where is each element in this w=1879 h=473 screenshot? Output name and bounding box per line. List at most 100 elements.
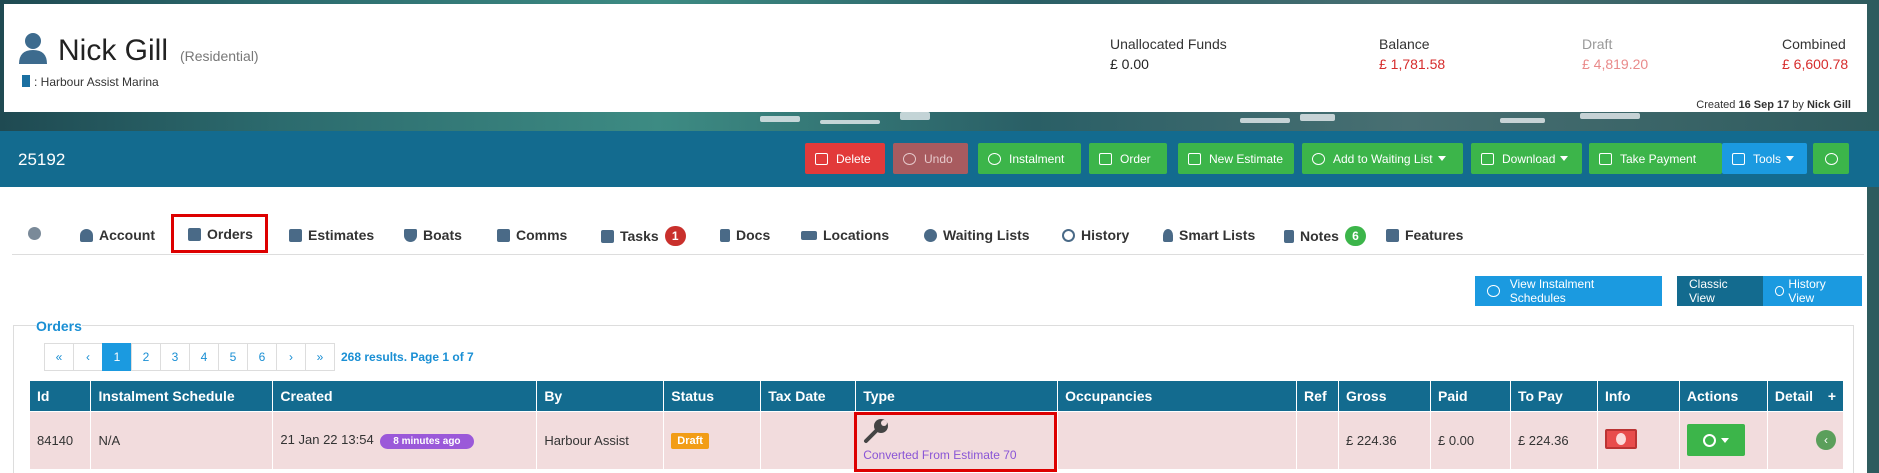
bed-icon [801, 230, 817, 240]
dashboard-icon [28, 227, 41, 240]
created-by: Nick Gill [1806, 99, 1851, 111]
magic-wand-icon [1732, 152, 1745, 165]
tab-smart-lists-label: Smart Lists [1179, 227, 1256, 243]
col-tax-date[interactable]: Tax Date [760, 381, 857, 411]
ship-icon [404, 228, 417, 242]
tab-account-label: Account [99, 227, 155, 243]
tab-notes-label: Notes [1300, 228, 1339, 244]
tab-docs-label: Docs [736, 227, 771, 243]
undo-button[interactable]: Undo [893, 143, 968, 174]
customer-name: Nick Gill [58, 34, 168, 67]
tab-locations[interactable]: Locations [801, 227, 889, 243]
page-5[interactable]: 5 [218, 343, 248, 371]
classic-view-label: Classic View [1689, 277, 1728, 305]
download-button[interactable]: Download [1471, 143, 1582, 174]
pagination: « ‹ 1 2 3 4 5 6 › » [44, 343, 335, 371]
cell-by: Harbour Assist [536, 410, 665, 469]
col-info[interactable]: Info [1597, 381, 1680, 411]
page-prev[interactable]: ‹ [73, 343, 103, 371]
order-label: Order [1120, 151, 1151, 166]
tab-smart-lists[interactable]: Smart Lists [1163, 227, 1255, 243]
note-icon [1284, 229, 1294, 243]
tab-orders[interactable]: Orders [188, 226, 253, 242]
tab-boats[interactable]: Boats [404, 227, 462, 243]
balance: Balance £ 1,781.58 [1379, 36, 1445, 72]
classic-view-button[interactable]: Classic View [1677, 276, 1763, 306]
created-by-prefix: by [1792, 99, 1804, 111]
cell-actions [1679, 410, 1768, 469]
lightbulb-icon [1163, 228, 1173, 242]
col-by[interactable]: By [536, 381, 665, 411]
page-1[interactable]: 1 [102, 343, 132, 371]
row-actions-button[interactable] [1686, 424, 1745, 457]
tab-tasks[interactable]: Tasks 1 [601, 226, 686, 246]
settings-button[interactable] [1813, 143, 1849, 174]
view-instalment-schedules-button[interactable]: View Instalment Schedules [1475, 276, 1662, 306]
col-status[interactable]: Status [663, 381, 762, 411]
history-view-label: History View [1788, 277, 1826, 305]
tab-orders-label: Orders [207, 226, 253, 242]
page-first[interactable]: « [44, 343, 74, 371]
take-payment-button[interactable]: Take Payment [1589, 143, 1722, 174]
page-3[interactable]: 3 [160, 343, 190, 371]
table-header-row: Id Instalment Schedule Created By Status… [30, 381, 1845, 411]
cell-detail: ‹ [1767, 410, 1845, 469]
refresh-icon [1487, 285, 1500, 297]
tab-account[interactable]: Account [80, 227, 155, 243]
col-occupancies[interactable]: Occupancies [1057, 381, 1298, 411]
history-view-button[interactable]: History View [1763, 276, 1862, 306]
clock-icon [1312, 152, 1325, 165]
col-id[interactable]: Id [30, 381, 92, 411]
chevron-down-icon [1560, 156, 1569, 161]
new-estimate-label: New Estimate [1209, 151, 1284, 166]
page-next[interactable]: › [276, 343, 306, 371]
page-2[interactable]: 2 [131, 343, 161, 371]
add-to-waiting-list-button[interactable]: Add to Waiting List [1302, 143, 1463, 174]
cell-type: Converted From Estimate 70 [854, 410, 1059, 472]
col-created[interactable]: Created [272, 381, 538, 411]
col-paid[interactable]: Paid [1430, 381, 1511, 411]
finance-label: Draft [1582, 36, 1613, 52]
tab-notes[interactable]: Notes 6 [1284, 226, 1366, 246]
created-prefix: Created [1696, 99, 1736, 111]
delete-button[interactable]: Delete [805, 143, 885, 174]
chevron-left-icon[interactable]: ‹ [1816, 430, 1836, 451]
new-estimate-button[interactable]: New Estimate [1178, 143, 1294, 174]
cell-instalment: N/A [90, 410, 274, 469]
finance-value: £ 1,781.58 [1379, 56, 1446, 72]
col-actions[interactable]: Actions [1679, 381, 1768, 411]
tab-docs[interactable]: Docs [720, 227, 770, 243]
col-gross[interactable]: Gross [1338, 381, 1431, 411]
tab-comms[interactable]: Comms [497, 227, 567, 243]
col-ref[interactable]: Ref [1296, 381, 1340, 411]
col-detail-label: Detail [1774, 387, 1814, 404]
orders-table: Id Instalment Schedule Created By Status… [30, 381, 1845, 472]
money-icon[interactable] [1604, 428, 1637, 449]
credit-card-icon [1599, 152, 1612, 165]
tab-history[interactable]: History [1062, 227, 1129, 243]
add-column-button[interactable]: + [1828, 388, 1836, 404]
clock-icon [924, 228, 937, 242]
chevron-down-icon [1720, 437, 1729, 443]
col-detail[interactable]: Detail + [1767, 381, 1845, 411]
col-instalment-schedule[interactable]: Instalment Schedule [90, 381, 274, 411]
tab-features[interactable]: Features [1386, 227, 1463, 243]
tab-dashboard[interactable] [28, 227, 47, 240]
finance-value: £ 4,819.20 [1582, 56, 1649, 72]
tab-history-label: History [1081, 227, 1130, 243]
tab-estimates[interactable]: Estimates [289, 227, 374, 243]
page-last[interactable]: » [305, 343, 335, 371]
order-button[interactable]: Order [1089, 143, 1167, 174]
table-row[interactable]: 84140 N/A 21 Jan 22 13:54 8 minutes ago … [30, 410, 1845, 472]
marina-name: : Harbour Assist Marina [34, 75, 159, 89]
col-to-pay[interactable]: To Pay [1510, 381, 1598, 411]
instalment-button[interactable]: Instalment [978, 143, 1081, 174]
page-4[interactable]: 4 [189, 343, 219, 371]
tools-button[interactable]: Tools [1722, 143, 1807, 174]
tab-waiting-lists[interactable]: Waiting Lists [924, 227, 1030, 243]
page-6[interactable]: 6 [247, 343, 277, 371]
grid-icon [1386, 228, 1399, 242]
finance-label: Combined [1782, 36, 1846, 52]
tab-divider [12, 254, 1864, 255]
col-type[interactable]: Type [855, 381, 1059, 411]
